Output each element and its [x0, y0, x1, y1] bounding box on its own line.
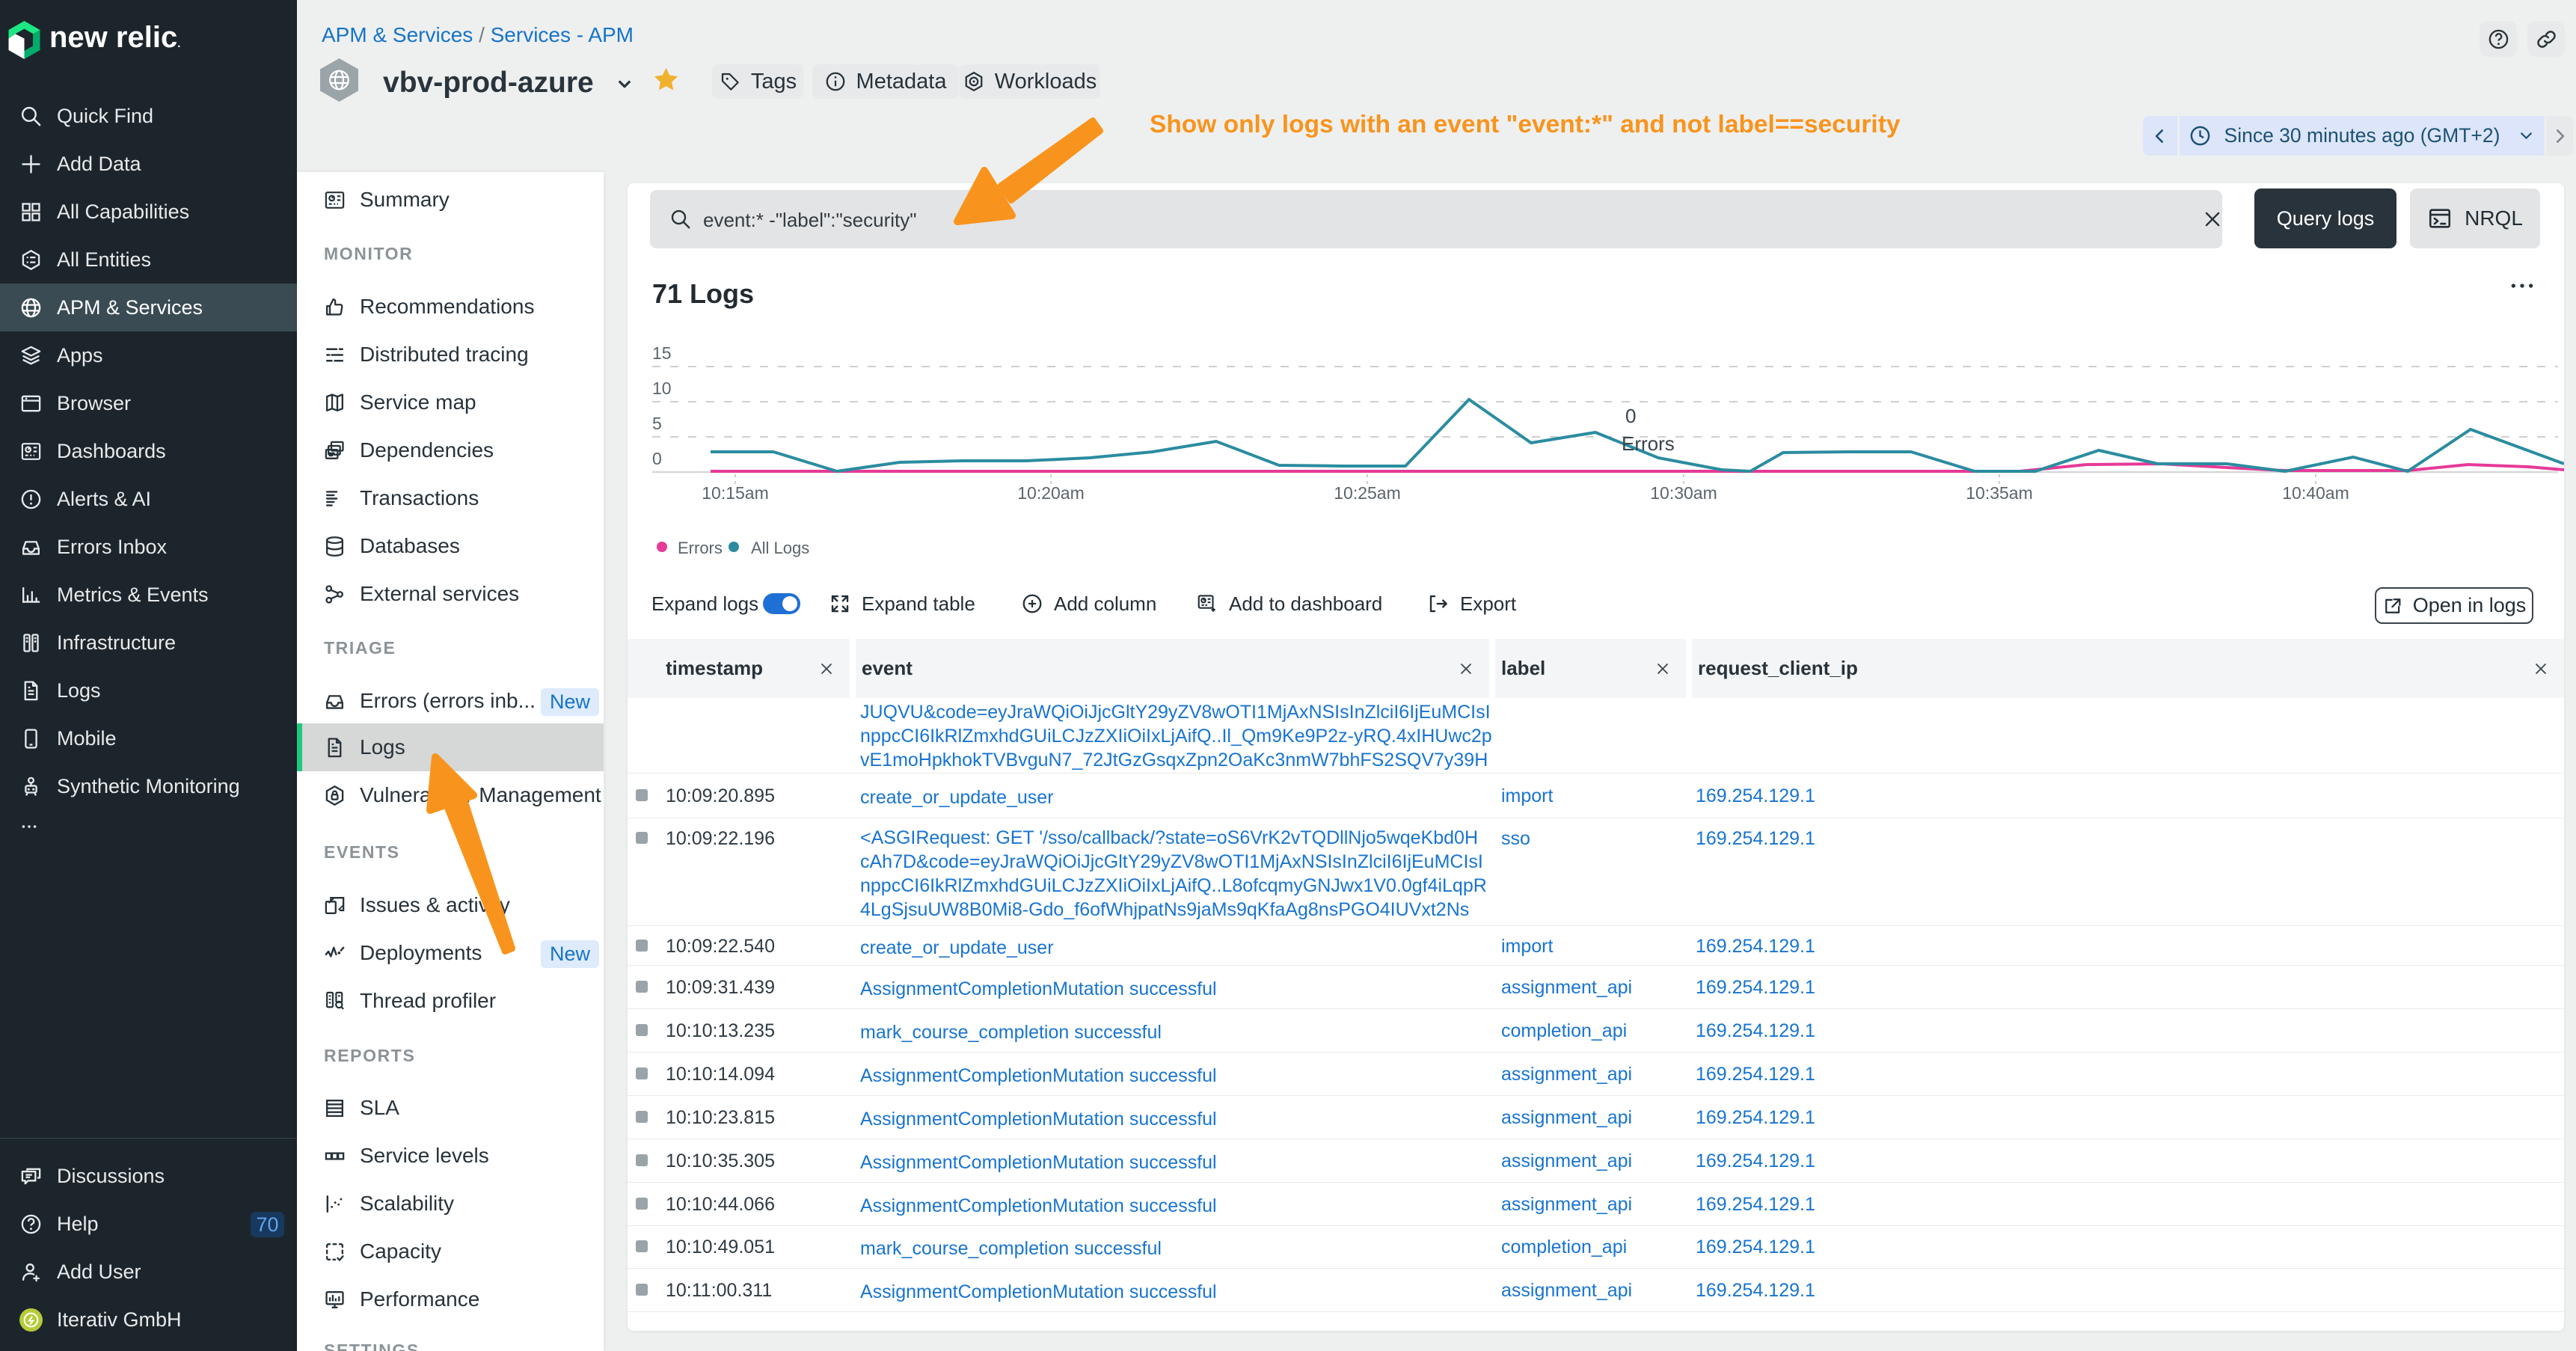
- svg-text:new relic.: new relic.: [49, 21, 180, 54]
